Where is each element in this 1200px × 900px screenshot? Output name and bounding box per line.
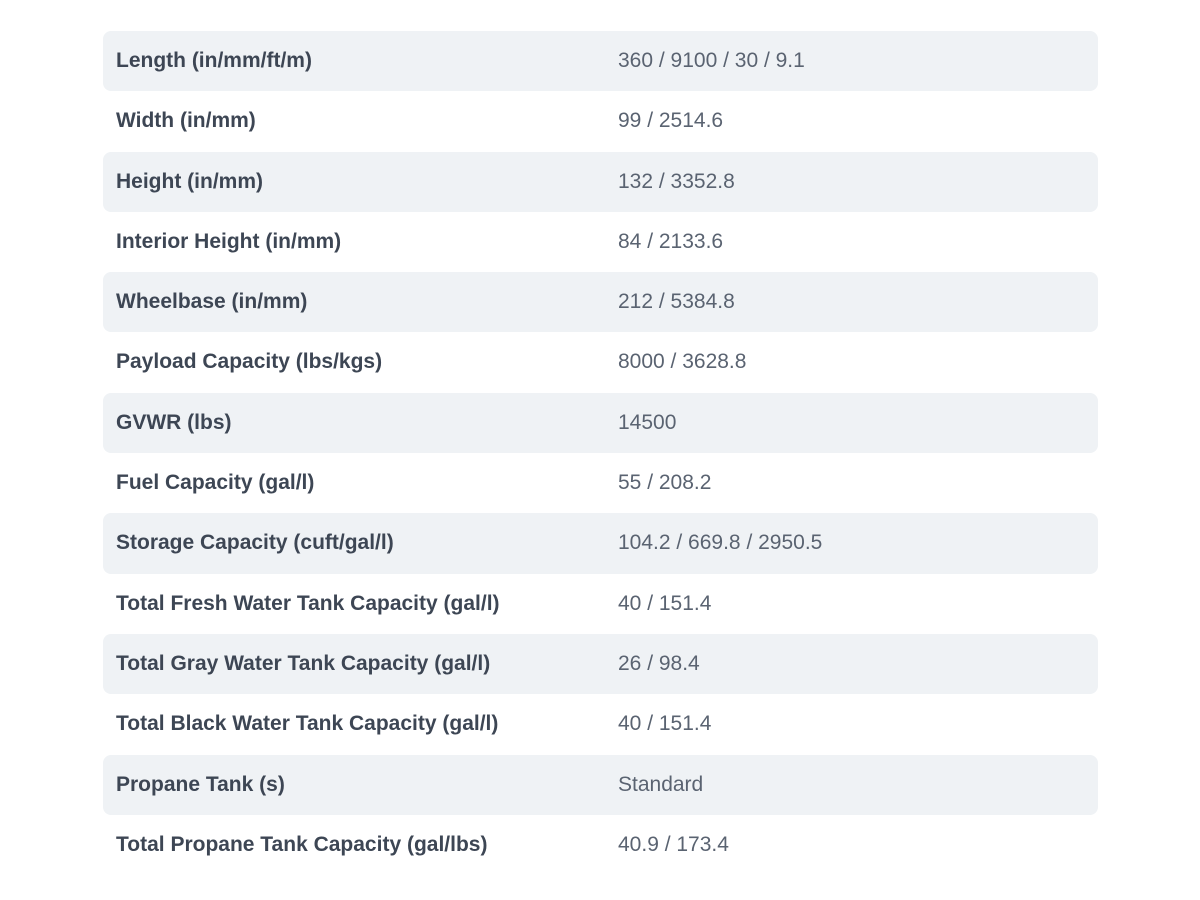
spec-label: Total Black Water Tank Capacity (gal/l) — [116, 712, 499, 736]
spec-value: 55 / 208.2 — [618, 471, 712, 495]
spec-value: 8000 / 3628.8 — [618, 350, 747, 374]
spec-label: Storage Capacity (cuft/gal/l) — [116, 531, 394, 555]
spec-row-gvwr: GVWR (lbs) 14500 — [103, 392, 1098, 454]
spec-label: Width (in/mm) — [116, 109, 256, 133]
spec-row-black-water-tank: Total Black Water Tank Capacity (gal/l) … — [103, 694, 1098, 754]
spec-row-length: Length (in/mm/ft/m) 360 / 9100 / 30 / 9.… — [103, 31, 1098, 92]
spec-row-fresh-water-tank: Total Fresh Water Tank Capacity (gal/l) … — [103, 574, 1098, 634]
spec-value: 84 / 2133.6 — [618, 229, 724, 253]
spec-label: Total Fresh Water Tank Capacity (gal/l) — [116, 591, 500, 615]
spec-row-propane-capacity: Total Propane Tank Capacity (gal/lbs) 40… — [103, 815, 1098, 875]
spec-value: 40 / 151.4 — [618, 712, 712, 736]
spec-label: GVWR (lbs) — [116, 410, 232, 434]
spec-label: Payload Capacity (lbs/kgs) — [116, 350, 383, 374]
spec-value: 132 / 3352.8 — [618, 169, 735, 193]
spec-label: Wheelbase (in/mm) — [116, 290, 308, 314]
spec-label: Total Propane Tank Capacity (gal/lbs) — [116, 832, 488, 856]
spec-label: Fuel Capacity (gal/l) — [116, 471, 315, 495]
spec-label: Height (in/mm) — [116, 169, 263, 193]
spec-label: Interior Height (in/mm) — [116, 229, 342, 253]
spec-value: 26 / 98.4 — [618, 651, 700, 675]
spec-value: 40 / 151.4 — [618, 591, 712, 615]
spec-value: Standard — [618, 772, 704, 796]
spec-value: 99 / 2514.6 — [618, 109, 724, 133]
spec-label: Propane Tank (s) — [116, 772, 285, 796]
spec-row-fuel-capacity: Fuel Capacity (gal/l) 55 / 208.2 — [103, 453, 1098, 513]
spec-row-height: Height (in/mm) 132 / 3352.8 — [103, 151, 1098, 212]
spec-value: 104.2 / 669.8 / 2950.5 — [618, 531, 823, 555]
spec-row-gray-water-tank: Total Gray Water Tank Capacity (gal/l) 2… — [103, 633, 1098, 695]
spec-row-propane-tank: Propane Tank (s) Standard — [103, 754, 1098, 815]
spec-row-interior-height: Interior Height (in/mm) 84 / 2133.6 — [103, 212, 1098, 272]
spec-row-storage-capacity: Storage Capacity (cuft/gal/l) 104.2 / 66… — [103, 513, 1098, 574]
spec-row-payload-capacity: Payload Capacity (lbs/kgs) 8000 / 3628.8 — [103, 332, 1098, 392]
spec-value: 212 / 5384.8 — [618, 290, 735, 314]
spec-row-width: Width (in/mm) 99 / 2514.6 — [103, 91, 1098, 151]
specifications-table: Length (in/mm/ft/m) 360 / 9100 / 30 / 9.… — [103, 31, 1098, 875]
spec-row-wheelbase: Wheelbase (in/mm) 212 / 5384.8 — [103, 272, 1098, 333]
spec-value: 14500 — [618, 410, 677, 434]
spec-value: 360 / 9100 / 30 / 9.1 — [618, 49, 805, 72]
spec-value: 40.9 / 173.4 — [618, 832, 729, 856]
spec-label: Length (in/mm/ft/m) — [116, 49, 312, 72]
spec-label: Total Gray Water Tank Capacity (gal/l) — [116, 651, 491, 675]
